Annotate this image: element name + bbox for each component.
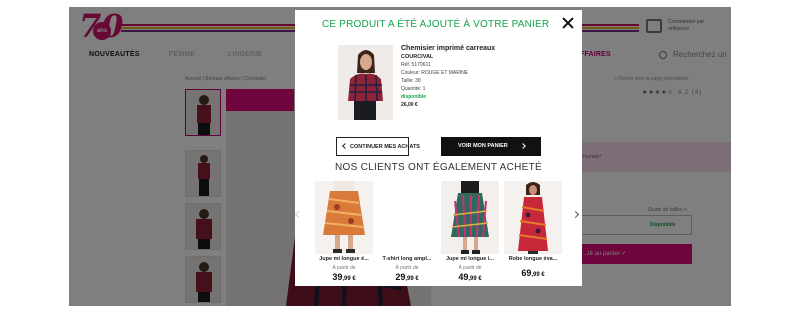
recommendation-card[interactable]: Jupe mi longue i... À partir de 49,99 € — [441, 181, 499, 286]
recommendation-image[interactable] — [504, 181, 562, 254]
product-brand: COURCIVAL — [401, 54, 434, 60]
chevron-left-icon — [342, 143, 348, 149]
carousel-prev-icon[interactable] — [294, 210, 303, 219]
product-details: Chemisier imprimé carreaux COURCIVAL Réf… — [401, 44, 551, 109]
recommendation-card[interactable]: Robe longue éva... 69,99 € — [504, 181, 562, 286]
chevron-right-icon — [520, 142, 526, 149]
recommendation-price: 69,99 € — [521, 268, 545, 278]
recommendation-from-label: À partir de — [332, 265, 356, 271]
recommendation-name[interactable]: Jupe mi longue i... — [441, 256, 499, 262]
product-image — [338, 45, 393, 120]
page-frame: 70 ans Commander par référence NOUVEAUTÉ… — [69, 7, 731, 306]
recommendations-title: NOS CLIENTS ONT ÉGALEMENT ACHETÉ — [334, 162, 543, 173]
close-icon[interactable] — [562, 17, 574, 29]
added-to-cart-modal: CE PRODUIT A ÉTÉ AJOUTÉ À VOTRE PANIER C… — [294, 10, 582, 286]
recommendation-image[interactable] — [315, 181, 373, 254]
recommendation-price: 39,99 € — [332, 272, 356, 282]
recommendation-price: 49,99 € — [458, 272, 482, 282]
view-cart-button[interactable]: VOIR MON PANIER — [441, 137, 541, 156]
product-availability: disponible — [401, 94, 426, 100]
recommendation-from-label: À partir de — [458, 265, 482, 271]
recommendation-card[interactable]: Jupe mi longue é... À partir de 39,99 € — [315, 181, 373, 286]
product-color: Couleur: ROUGE ET MARINE — [401, 70, 469, 76]
recommendation-from-label: À partir de — [395, 265, 419, 271]
recommendation-card[interactable]: T-shirt long ampl... À partir de 29,99 € — [378, 181, 436, 286]
recommendation-name[interactable]: T-shirt long ampl... — [378, 256, 436, 262]
continue-shopping-button[interactable]: CONTINUER MES ACHATS — [336, 137, 420, 156]
recommendation-name[interactable]: Robe longue éva... — [504, 256, 562, 262]
product-price: 26,00 € — [401, 102, 418, 108]
product-name: Chemisier imprimé carreaux — [401, 45, 496, 52]
product-reference: Réf. 5170611 — [401, 62, 431, 68]
recommendation-image[interactable] — [378, 181, 436, 254]
recommendation-name[interactable]: Jupe mi longue é... — [315, 256, 373, 262]
carousel-next-icon[interactable] — [571, 210, 580, 219]
product-quantity: Quantité: 1 — [401, 86, 426, 92]
recommendation-price: 29,99 € — [395, 272, 419, 282]
modal-title: CE PRODUIT A ÉTÉ AJOUTÉ À VOTRE PANIER — [322, 19, 550, 30]
recommendation-image[interactable] — [441, 181, 499, 254]
product-size: Taille: 38 — [401, 78, 421, 84]
